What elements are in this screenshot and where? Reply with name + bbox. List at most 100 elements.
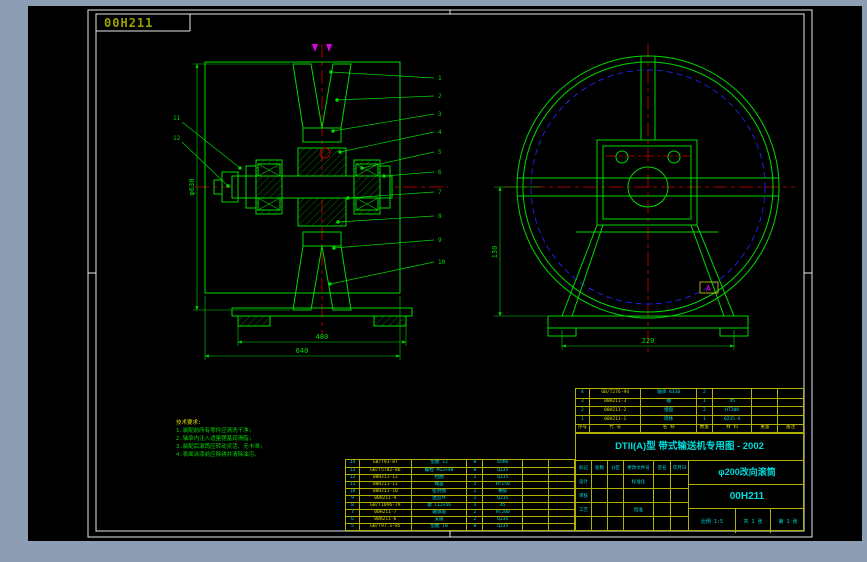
table-cell — [549, 475, 574, 481]
table-cell: 00H211-11 — [360, 482, 412, 488]
table-cell: 代 号 — [590, 424, 642, 433]
signature-cell — [654, 503, 671, 516]
bearing-right — [353, 159, 381, 215]
sheave-flange — [321, 245, 352, 311]
signature-cell: 批准 — [624, 503, 654, 516]
title-block-scale: 比例 1:5 — [689, 509, 736, 533]
table-cell — [523, 482, 550, 488]
left-view-pulley-section: 480 640 φ630 1 2 3 4 5 6 7 8 9 10 11 12 — [173, 44, 448, 360]
table-cell: 2 — [467, 489, 484, 495]
table-row: 3 00H211-3 轴 1 45 — [576, 397, 803, 407]
table-cell: 00H211-3 — [590, 398, 642, 407]
table-cell: 6 — [346, 517, 360, 523]
base-foot — [237, 315, 271, 327]
signature-cell — [671, 503, 688, 516]
table-row: 1 00H211-1 筒体 1 Q235-A — [576, 415, 803, 424]
svg-text:9: 9 — [438, 237, 442, 244]
table-cell — [752, 407, 779, 416]
signature-row: 工艺 批准 — [576, 503, 688, 517]
app-window: { "window": { "drawing_label": "00H211" … — [0, 0, 867, 562]
table-cell: 7 — [346, 510, 360, 516]
table-cell: 轴承 6310 — [641, 389, 697, 398]
svg-text:8: 8 — [438, 213, 442, 220]
table-cell — [523, 503, 550, 509]
table-cell: 名 称 — [641, 424, 697, 433]
table-cell: 端盖 — [412, 482, 468, 488]
table-cell: 45 — [713, 398, 753, 407]
table-cell: 00H211-1 — [590, 416, 642, 424]
table-cell: 65Mn — [483, 460, 524, 467]
table-cell: 数量 — [697, 424, 713, 433]
table-row: 14 GB/T93-87 垫圈 12 8 65Mn — [346, 460, 574, 467]
table-cell — [549, 489, 574, 495]
table-cell: 轴 — [641, 398, 697, 407]
table-cell: 橡胶 — [483, 489, 524, 495]
dim-text: φ630 — [188, 179, 196, 196]
table-cell: 2 — [576, 407, 590, 416]
table-cell: 支座 — [412, 517, 468, 523]
signature-cell: 年月日 — [672, 465, 687, 471]
note-line: 技术要求: — [176, 420, 202, 426]
table-cell: 键 C12×56 — [412, 503, 468, 509]
table-cell: 4 — [576, 389, 590, 398]
table-cell: 密封圈 — [412, 489, 468, 495]
table-cell: GB/T97.1-85 — [360, 524, 412, 530]
detail-label: A — [706, 284, 711, 293]
table-cell — [778, 407, 803, 415]
table-cell: 2 — [467, 517, 484, 523]
table-cell: Q235 — [483, 468, 524, 474]
table-cell: HT200 — [713, 407, 753, 416]
section-marker — [326, 44, 332, 52]
table-cell: 重量 — [752, 424, 779, 433]
table-cell: 45 — [483, 503, 524, 509]
signature-cell — [608, 503, 624, 516]
signature-cell — [624, 517, 654, 531]
signature-row — [576, 517, 688, 531]
table-cell: 接盘 — [641, 407, 697, 416]
table-cell: 12 — [346, 475, 360, 481]
signature-cell: 设计 — [576, 475, 592, 488]
table-cell: 5 — [346, 524, 360, 530]
signature-cell: 标准化 — [624, 475, 654, 488]
svg-text:12: 12 — [173, 135, 181, 142]
table-cell: Q235 — [483, 517, 524, 523]
title-block: DTII(A)型 带式输送机专用图 - 2002 标记 处数 分区 更改文件号 签名 年月… — [575, 433, 805, 533]
table-row: 序号代 号名 称数量材 料重量 备注 — [576, 423, 803, 433]
table-cell: 1 — [467, 503, 484, 509]
signature-cell — [671, 489, 688, 502]
svg-text:5: 5 — [438, 149, 442, 156]
table-cell: 00H211-9 — [360, 496, 412, 502]
note-line: 4.表面涂漆前应除锈并清除油污。 — [176, 452, 260, 458]
table-cell: 挡圈 — [412, 475, 468, 481]
signature-cell — [671, 475, 688, 488]
signature-cell — [654, 489, 671, 502]
signature-cell — [608, 489, 624, 502]
title-block-signature-grid: 标记 处数 分区 更改文件号 签名 年月日 设计 标准化 审核 工艺 批准 — [576, 461, 689, 531]
signature-cell — [624, 489, 654, 502]
signature-cell — [576, 517, 592, 531]
table-cell — [778, 389, 803, 398]
bolt-hole — [667, 150, 681, 164]
table-cell: 2 — [467, 496, 484, 502]
table-cell — [752, 398, 779, 407]
table-row: 7 00H211-7 轴承座 2 HT200 — [346, 509, 574, 516]
table-cell — [778, 399, 803, 407]
table-cell — [549, 517, 574, 523]
table-cell: 2 — [467, 482, 484, 488]
dim-text: 640 — [296, 347, 309, 355]
table-cell: 00H211-10 — [360, 489, 412, 495]
table-cell: Q235-A — [713, 416, 753, 424]
signature-cell: 签名 — [654, 461, 671, 474]
signature-cell: 分区 — [608, 461, 624, 474]
drawing-number-label: 00H211 — [104, 16, 153, 30]
table-cell: 8 — [467, 524, 484, 530]
table-cell: 3 — [576, 398, 590, 407]
svg-text:2: 2 — [438, 93, 442, 100]
table-row: 2 00H211-2 接盘 2 HT200 — [576, 406, 803, 416]
signature-cell: 处数 — [592, 461, 608, 474]
table-cell: 00H211-7 — [360, 510, 412, 516]
table-cell — [549, 510, 574, 516]
table-cell: 14 — [346, 460, 360, 467]
table-cell: 螺栓 M12×40 — [412, 468, 468, 474]
table-cell: 序号 — [576, 424, 590, 433]
